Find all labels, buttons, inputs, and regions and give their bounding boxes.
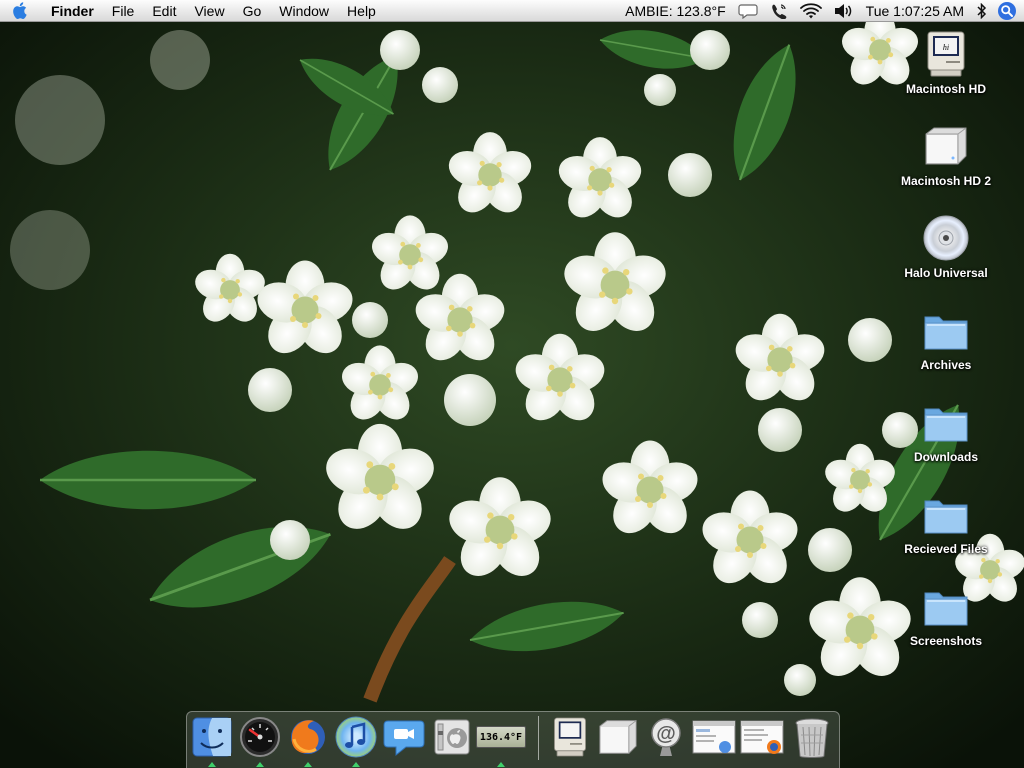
dock-finder[interactable] (189, 714, 235, 760)
menu-window[interactable]: Window (270, 0, 338, 22)
desktop-icon-screenshots[interactable]: Screenshots (891, 582, 1001, 648)
document-stack-icon (692, 720, 736, 754)
desktop-wallpaper (0, 0, 1024, 768)
firefox-icon (291, 720, 325, 754)
dock-temperature-readout: 136.4°F (479, 731, 523, 743)
desktop-icon-label: Archives (920, 358, 972, 372)
phone-icon[interactable] (764, 0, 794, 22)
running-indicator (497, 762, 505, 767)
volume-icon[interactable] (828, 0, 860, 22)
cd-disc-icon (922, 214, 970, 262)
dock-external-drive[interactable] (595, 714, 641, 760)
dock-firefox[interactable] (285, 714, 331, 760)
downloads-stack-icon (740, 720, 784, 754)
folder-icon (922, 398, 970, 446)
temperature-status-item[interactable]: AMBIE: 123.8°F (619, 0, 732, 22)
spotlight-search-icon[interactable] (994, 0, 1020, 22)
dock-itunes[interactable] (333, 714, 379, 760)
desktop-icon-label: Macintosh HD 2 (900, 174, 991, 188)
dock-downloads-stack[interactable] (739, 714, 785, 760)
running-indicator (208, 762, 216, 767)
dock-temperature-monitor[interactable]: 136.4°F (475, 714, 527, 760)
running-indicator (304, 762, 312, 767)
itunes-icon (335, 716, 377, 758)
ichat-status-icon[interactable] (732, 0, 764, 22)
dock-trash[interactable] (789, 714, 835, 760)
folder-icon (922, 490, 970, 538)
system-preferences-icon (434, 719, 470, 755)
mail-icon: @ (651, 718, 681, 756)
folder-icon (922, 582, 970, 630)
running-indicator (256, 762, 264, 767)
desktop-icon-recieved-files[interactable]: Recieved Files (891, 490, 1001, 556)
desktop-icon-label: Halo Universal (904, 266, 988, 280)
menu-file[interactable]: File (103, 0, 144, 22)
menu-bar: Finder File Edit View Go Window Help AMB… (0, 0, 1024, 22)
dock-macintosh-hd[interactable] (547, 714, 593, 760)
dock-separator (538, 716, 539, 760)
temperature-lcd: 136.4°F (476, 726, 526, 748)
desktop-icon-label: Screenshots (909, 634, 983, 648)
menu-clock[interactable]: Tue 1:07:25 AM (860, 0, 970, 22)
trash-icon (795, 718, 829, 758)
desktop-icon-archives[interactable]: Archives (891, 306, 1001, 372)
classic-mac-icon (554, 717, 586, 757)
running-indicator (352, 762, 360, 767)
dashboard-icon (240, 717, 280, 757)
svg-text:hi: hi (943, 43, 949, 52)
desktop-icon-macintosh-hd-2[interactable]: Macintosh HD 2 (891, 122, 1001, 188)
desktop-icon-halo-universal[interactable]: Halo Universal (891, 214, 1001, 280)
menu-go[interactable]: Go (234, 0, 271, 22)
dock-system-preferences[interactable] (429, 714, 475, 760)
dock-mail[interactable]: @ (643, 714, 689, 760)
status-menus: AMBIE: 123.8°F Tue 1:07:25 AM (619, 0, 1024, 22)
desktop-icon-label: Downloads (913, 450, 978, 464)
apple-menu-icon[interactable] (12, 1, 34, 20)
desktop-icon-label: Recieved Files (904, 542, 988, 556)
menu-help[interactable]: Help (338, 0, 385, 22)
desktop-icon-downloads[interactable]: Downloads (891, 398, 1001, 464)
external-drive-icon (599, 720, 637, 754)
finder-icon (192, 717, 232, 757)
desktop-icon-label: Macintosh HD (905, 82, 986, 96)
menu-view[interactable]: View (185, 0, 233, 22)
dock-ichat[interactable] (381, 714, 427, 760)
svg-text:@: @ (656, 723, 676, 745)
dock-document-stack[interactable] (691, 714, 737, 760)
menu-edit[interactable]: Edit (143, 0, 185, 22)
external-drive-icon (922, 122, 970, 170)
bluetooth-icon[interactable] (970, 0, 994, 22)
ichat-icon (383, 720, 425, 757)
menu-finder[interactable]: Finder (42, 0, 103, 22)
classic-mac-icon: hi (922, 30, 970, 78)
folder-icon (922, 306, 970, 354)
wifi-icon[interactable] (794, 0, 828, 22)
desktop-icon-macintosh-hd[interactable]: hi Macintosh HD (891, 30, 1001, 96)
dock-dashboard[interactable] (237, 714, 283, 760)
